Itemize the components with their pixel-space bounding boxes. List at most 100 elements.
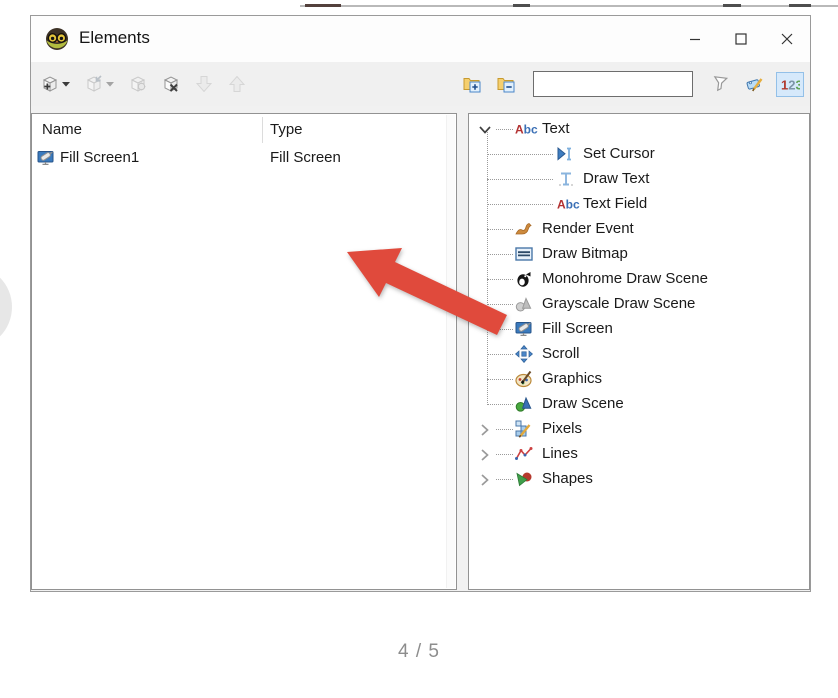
tree-connector — [496, 479, 513, 480]
insert-element-icon — [85, 75, 103, 93]
toolbar: 123 — [31, 62, 810, 106]
tree-item-draw-scene[interactable]: Draw Scene — [469, 392, 809, 417]
tree-item-shapes[interactable]: Shapes — [469, 467, 809, 492]
minimize-button[interactable] — [672, 16, 718, 61]
toolbar-right-group: 123 — [459, 71, 804, 98]
slide-canvas: Elements 123 Name Type Fill Screen1Fill … — [0, 0, 838, 698]
tree-item-label: Draw Scene — [542, 395, 624, 412]
tree-item-label: Render Event — [542, 220, 634, 237]
edit-element-button[interactable] — [125, 71, 151, 97]
tree-item-label: Grayscale Draw Scene — [542, 295, 695, 312]
svg-text:123: 123 — [781, 77, 800, 92]
tree-item-draw-text[interactable]: Draw Text — [469, 167, 809, 192]
rename-button[interactable] — [741, 71, 769, 97]
tree-item-monohrome-draw-scene[interactable]: Monohrome Draw Scene — [469, 267, 809, 292]
tree-item-text-field[interactable]: AbcText Field — [469, 192, 809, 217]
collapse-all-button[interactable] — [493, 71, 520, 97]
tree-connector — [487, 279, 513, 280]
filter-button[interactable] — [706, 71, 734, 98]
tree-connector — [487, 204, 553, 205]
close-button[interactable] — [764, 16, 810, 61]
shapes-icon — [515, 470, 533, 488]
tree-item-label: Pixels — [542, 420, 582, 437]
filter-icon — [710, 75, 730, 94]
tree-item-graphics[interactable]: Graphics — [469, 367, 809, 392]
carousel-prev-button[interactable] — [0, 265, 12, 349]
tree-connector — [487, 179, 553, 180]
element-types-tree-panel[interactable]: AbcTextSet CursorDraw TextAbcText FieldR… — [468, 113, 810, 590]
scroll-icon — [515, 345, 533, 363]
grayscale-scene-icon — [515, 295, 533, 313]
monochrome-scene-icon — [515, 270, 533, 288]
tree-item-label: Shapes — [542, 470, 593, 487]
collapse-all-icon — [497, 75, 516, 93]
chevron-right-icon[interactable] — [478, 473, 491, 487]
list-scrollbar-track[interactable] — [446, 115, 455, 588]
page-indicator: 4 / 5 — [0, 641, 838, 663]
tree-connector — [487, 154, 553, 155]
tree-item-render-event[interactable]: Render Event — [469, 217, 809, 242]
text-abc-icon: Abc — [515, 120, 540, 138]
move-down-button[interactable] — [191, 71, 217, 97]
move-up-button[interactable] — [224, 71, 250, 97]
tree-connector — [487, 304, 513, 305]
tree-item-pixels[interactable]: Pixels — [469, 417, 809, 442]
insert-element-button[interactable] — [81, 71, 118, 97]
window-title: Elements — [79, 28, 150, 48]
add-element-button[interactable] — [37, 71, 74, 97]
column-divider[interactable] — [262, 117, 263, 143]
tree-item-label: Text Field — [583, 195, 647, 212]
tree-item-label: Monohrome Draw Scene — [542, 270, 708, 287]
column-header-type[interactable]: Type — [270, 121, 303, 138]
tree-item-text[interactable]: Abc Text — [469, 117, 809, 142]
tree-item-set-cursor[interactable]: Set Cursor — [469, 142, 809, 167]
add-element-icon — [41, 75, 59, 93]
tree-connector — [496, 129, 513, 130]
delete-element-icon — [162, 75, 180, 93]
tree-item-fill-screen[interactable]: Fill Screen — [469, 317, 809, 342]
maximize-button[interactable] — [718, 16, 764, 61]
window-controls — [672, 16, 810, 62]
column-header-name[interactable]: Name — [42, 121, 82, 138]
decorative-dash — [789, 4, 811, 7]
tree-item-lines[interactable]: Lines — [469, 442, 809, 467]
elements-list-panel[interactable]: Name Type Fill Screen1Fill Screen — [31, 113, 457, 590]
tree-item-label: Draw Text — [583, 170, 649, 187]
tree-item-label: Graphics — [542, 370, 602, 387]
toggle-numbers-button[interactable]: 123 — [776, 72, 804, 97]
rename-icon — [745, 75, 765, 93]
chevron-right-icon[interactable] — [478, 423, 491, 437]
render-event-icon — [515, 220, 533, 238]
tree-item-label: Text — [542, 120, 570, 137]
elements-dialog: Elements 123 Name Type Fill Screen1Fill … — [30, 15, 811, 592]
tree-item-grayscale-draw-scene[interactable]: Grayscale Draw Scene — [469, 292, 809, 317]
list-row-fill-screen1[interactable]: Fill Screen1Fill Screen — [32, 145, 456, 171]
tree-item-scroll[interactable]: Scroll — [469, 342, 809, 367]
list-row-name: Fill Screen1 — [60, 149, 139, 166]
draw-scene-icon — [515, 395, 533, 413]
tree-item-label: Lines — [542, 445, 578, 462]
tree-connector — [487, 329, 513, 330]
tree-connector — [496, 429, 513, 430]
filter-search-input[interactable] — [533, 71, 693, 97]
tree-item-draw-bitmap[interactable]: Draw Bitmap — [469, 242, 809, 267]
chevron-down-icon[interactable] — [478, 123, 492, 136]
delete-element-button[interactable] — [158, 71, 184, 97]
pixels-icon — [515, 420, 533, 438]
dropdown-caret-icon — [106, 82, 114, 87]
chevron-right-icon[interactable] — [478, 448, 491, 462]
svg-text:Abc: Abc — [515, 123, 538, 137]
expand-all-button[interactable] — [459, 71, 486, 97]
close-icon — [779, 31, 795, 47]
tree-connector — [496, 454, 513, 455]
draw-bitmap-icon — [515, 245, 533, 263]
expand-all-icon — [463, 75, 482, 93]
set-cursor-icon — [557, 145, 575, 163]
app-owl-icon — [45, 27, 69, 51]
lines-icon — [515, 445, 533, 463]
svg-text:Abc: Abc — [557, 198, 580, 212]
dropdown-caret-icon — [62, 82, 70, 87]
decorative-dash — [305, 4, 341, 7]
decorative-line — [300, 5, 838, 7]
title-bar[interactable]: Elements — [31, 16, 810, 62]
